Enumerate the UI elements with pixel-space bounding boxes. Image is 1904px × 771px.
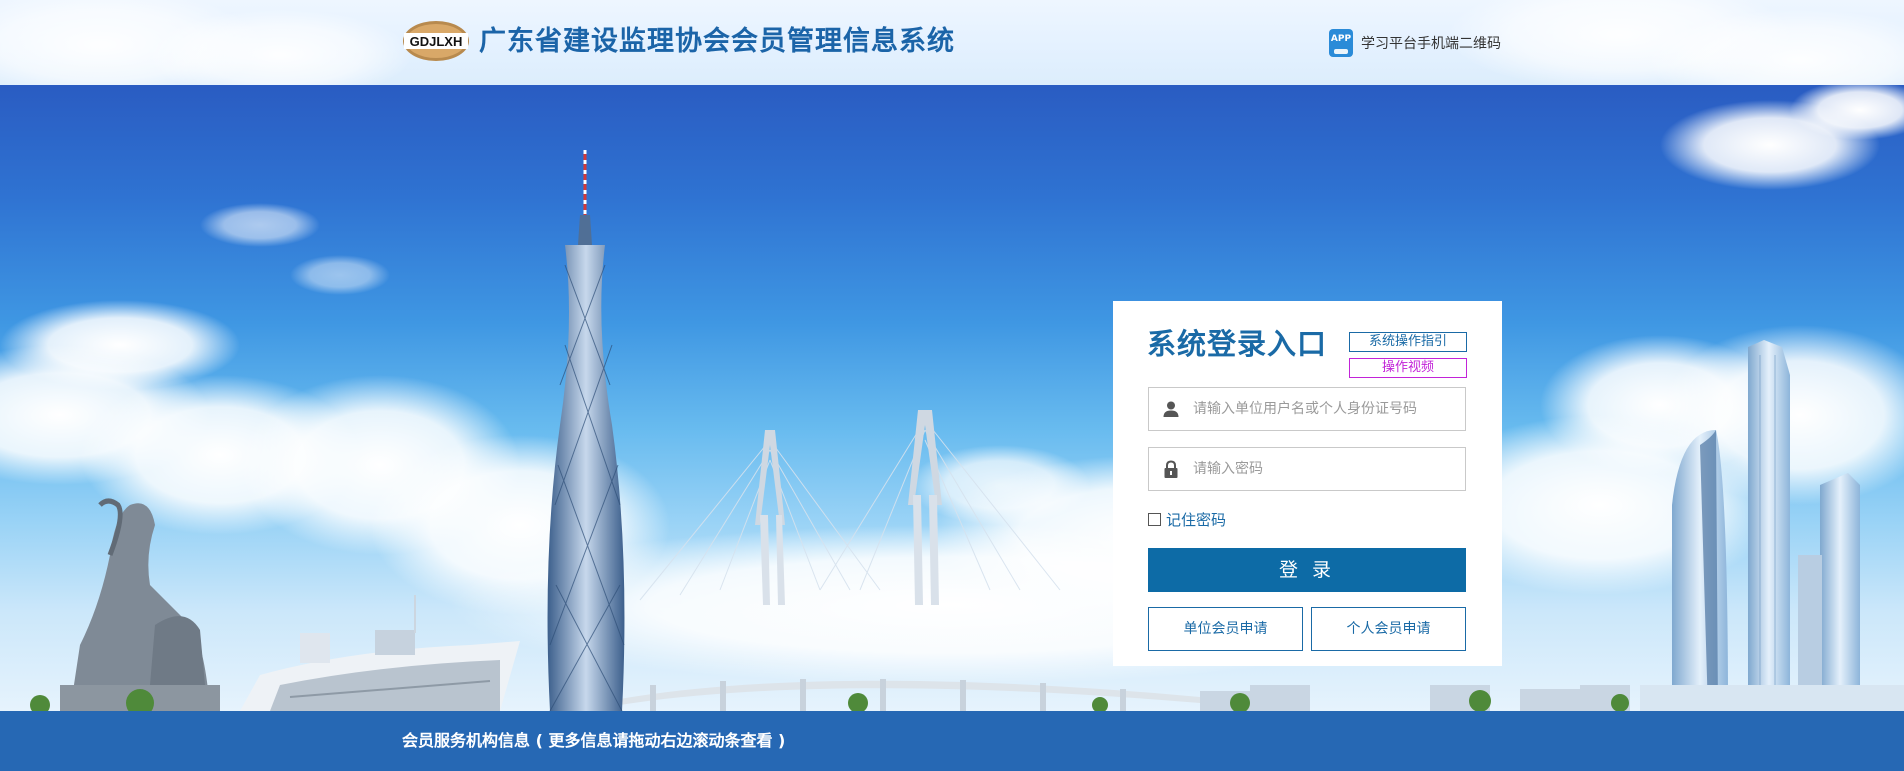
operation-video-link[interactable]: 操作视频 xyxy=(1349,358,1467,378)
remember-password-checkbox[interactable] xyxy=(1148,512,1161,526)
login-title: 系统登录入口 xyxy=(1147,327,1328,361)
member-service-info-title: 会员服务机构信息 ( 更多信息请拖动右边滚动条查看 ) xyxy=(402,731,786,750)
site-title: 广东省建设监理协会会员管理信息系统 xyxy=(479,26,955,57)
password-input[interactable] xyxy=(1193,449,1465,489)
app-qrcode-label: 学习平台手机端二维码 xyxy=(1361,36,1501,52)
member-service-info-bar: 会员服务机构信息 ( 更多信息请拖动右边滚动条查看 ) xyxy=(0,711,1904,771)
city-skyline-illustration xyxy=(0,85,1904,711)
password-field-wrapper xyxy=(1148,447,1466,491)
site-logo: GDJLXH xyxy=(402,20,470,62)
login-button[interactable]: 登 录 xyxy=(1148,548,1466,592)
unit-member-apply-button[interactable]: 单位会员申请 xyxy=(1148,607,1303,651)
login-panel: 系统登录入口 系统操作指引 操作视频 请输入单位用户名或个人身份证号码 记住密码… xyxy=(1113,301,1502,666)
hero-banner: 系统登录入口 系统操作指引 操作视频 请输入单位用户名或个人身份证号码 记住密码… xyxy=(0,85,1904,711)
app-icon-text: APP xyxy=(1330,34,1352,44)
site-header: GDJLXH 广东省建设监理协会会员管理信息系统 APP 学习平台手机端二维码 xyxy=(0,0,1904,85)
remember-password-row: 记住密码 xyxy=(1148,509,1226,529)
lock-icon xyxy=(1149,448,1193,490)
personal-member-apply-button[interactable]: 个人会员申请 xyxy=(1311,607,1466,651)
app-icon: APP xyxy=(1329,29,1353,57)
user-icon xyxy=(1149,388,1193,430)
logo-text: GDJLXH xyxy=(410,34,463,49)
username-input[interactable] xyxy=(1193,389,1465,429)
operation-guide-link[interactable]: 系统操作指引 xyxy=(1349,332,1467,352)
username-field-wrapper xyxy=(1148,387,1466,431)
app-qrcode-link[interactable]: APP 学习平台手机端二维码 xyxy=(1329,28,1501,58)
remember-password-label[interactable]: 记住密码 xyxy=(1166,509,1226,530)
